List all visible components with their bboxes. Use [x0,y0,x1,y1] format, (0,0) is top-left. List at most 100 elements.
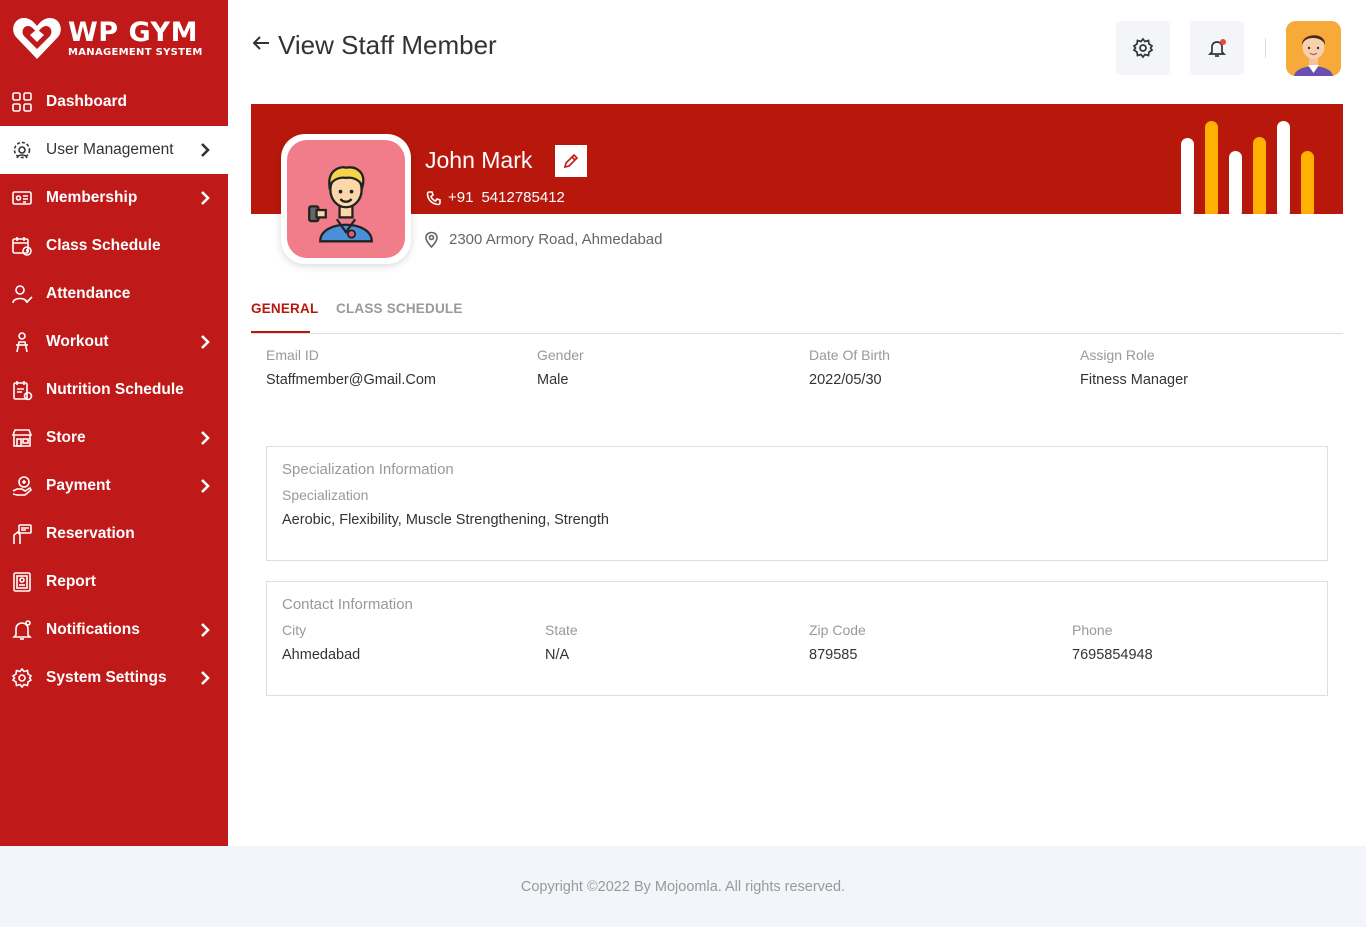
system-settings-icon [11,667,33,689]
contact-phone-label: Phone [1072,622,1113,638]
profile-tabs: GENERAL CLASS SCHEDULE [251,296,1343,334]
avatar-icon [1286,21,1341,76]
store-icon [11,427,33,449]
sidebar-item-notifications[interactable]: Notifications [0,606,228,654]
specialization-label: Specialization [282,487,369,503]
tab-general[interactable]: GENERAL [251,301,318,333]
phone-number: 5412785412 [481,189,565,206]
dob-value: 2022/05/30 [809,372,882,388]
sidebar-item-user-management[interactable]: User Management [0,126,228,174]
chevron-right-icon [200,478,210,494]
email-label: Email ID [266,347,319,363]
footer: Copyright ©2022 By Mojoomla. All rights … [0,846,1366,927]
sidebar-item-label: Membership [46,189,138,206]
sidebar-item-workout[interactable]: Workout [0,318,228,366]
brand-name: WP GYM [68,16,198,48]
brand-logo[interactable]: WP GYM MANAGEMENT SYSTEM [12,14,222,62]
sidebar-item-report[interactable]: Report [0,558,228,606]
nutrition-icon [11,379,33,401]
profile-banner [251,104,1343,214]
user-management-icon [11,139,33,161]
sidebar-item-label: Class Schedule [46,237,161,254]
zip-field: Zip Code 879585 [809,622,866,663]
address-row: 2300 Armory Road, Ahmedabad [423,231,662,248]
city-value: Ahmedabad [282,647,361,663]
sidebar-item-system-settings[interactable]: System Settings [0,654,228,702]
sidebar-item-label: Attendance [46,285,131,302]
membership-icon [11,187,33,209]
dob-label: Date Of Birth [809,347,890,363]
back-arrow-icon[interactable] [250,32,272,59]
payment-icon [11,475,33,497]
sidebar-item-label: Workout [46,333,109,350]
app-root: WP GYM MANAGEMENT SYSTEM Dashboard User … [0,0,1366,927]
sidebar-item-label: Dashboard [46,93,127,110]
contact-phone-field: Phone 7695854948 [1072,622,1153,663]
specialization-card: Specialization Information Specializatio… [266,446,1328,561]
sidebar-item-label: Reservation [46,525,135,542]
contact-title: Contact Information [282,596,413,613]
settings-button[interactable] [1116,21,1170,75]
staff-address: 2300 Armory Road, Ahmedabad [449,231,663,248]
sidebar-item-reservation[interactable]: Reservation [0,510,228,558]
chevron-right-icon [200,670,210,686]
state-field: State N/A [545,622,578,663]
header-divider [1265,38,1266,58]
location-pin-icon [425,231,438,248]
attendance-icon [11,283,33,305]
chevron-right-icon [200,142,210,158]
role-label: Assign Role [1080,347,1155,363]
tab-class-schedule[interactable]: CLASS SCHEDULE [336,301,463,316]
copyright-text: Copyright ©2022 By Mojoomla. All rights … [520,878,846,895]
sidebar-item-attendance[interactable]: Attendance [0,270,228,318]
sidebar-item-nutrition-schedule[interactable]: Nutrition Schedule [0,366,228,414]
notification-dot [1220,39,1226,45]
reservation-icon [11,523,33,545]
heart-logo-icon [13,18,61,59]
sidebar-item-label: Nutrition Schedule [46,381,184,398]
specialization-value: Aerobic, Flexibility, Muscle Strengtheni… [282,512,609,528]
contact-card: Contact Information City Ahmedabad State… [266,581,1328,696]
fitness-trainer-icon [308,166,373,243]
page-title: View Staff Member [278,30,497,60]
specialization-field: Specialization Aerobic, Flexibility, Mus… [282,487,609,528]
chevron-right-icon [200,334,210,350]
staff-profile-picture [281,134,411,264]
sidebar-item-payment[interactable]: Payment [0,462,228,510]
workout-icon [11,331,33,353]
user-avatar[interactable] [1286,21,1341,76]
zip-label: Zip Code [809,622,866,638]
pencil-icon [563,153,579,169]
role-field: Assign Role Fitness Manager [1080,347,1188,388]
role-value: Fitness Manager [1080,372,1188,388]
class-schedule-icon [11,235,33,257]
phone-icon [426,190,441,205]
sidebar-item-dashboard[interactable]: Dashboard [0,78,228,126]
email-field: Email ID Staffmember@Gmail.Com [266,347,436,388]
brand-subtitle: MANAGEMENT SYSTEM [68,46,203,58]
sidebar-item-store[interactable]: Store [0,414,228,462]
specialization-title: Specialization Information [282,461,454,478]
sidebar-item-label: Payment [46,477,111,494]
notifications-icon [11,619,33,641]
email-value: Staffmember@Gmail.Com [266,372,436,388]
sidebar-item-membership[interactable]: Membership [0,174,228,222]
state-value: N/A [545,647,570,663]
sidebar-item-label: System Settings [46,669,167,686]
gender-label: Gender [537,347,584,363]
gender-value: Male [537,372,569,388]
chevron-right-icon [200,622,210,638]
phone-row: +91 5412785412 [426,189,565,206]
sidebar: WP GYM MANAGEMENT SYSTEM Dashboard User … [0,0,228,846]
chevron-right-icon [200,190,210,206]
city-field: City Ahmedabad [282,622,360,663]
notifications-button[interactable] [1190,21,1244,75]
contact-phone-value: 7695854948 [1072,647,1153,663]
report-icon [11,571,33,593]
gear-icon [1132,37,1154,59]
staff-name: John Mark [425,147,533,173]
sidebar-item-class-schedule[interactable]: Class Schedule [0,222,228,270]
decorative-bars-icon [1181,121,1314,214]
edit-button[interactable] [555,145,587,177]
sidebar-item-label: User Management [46,141,174,158]
